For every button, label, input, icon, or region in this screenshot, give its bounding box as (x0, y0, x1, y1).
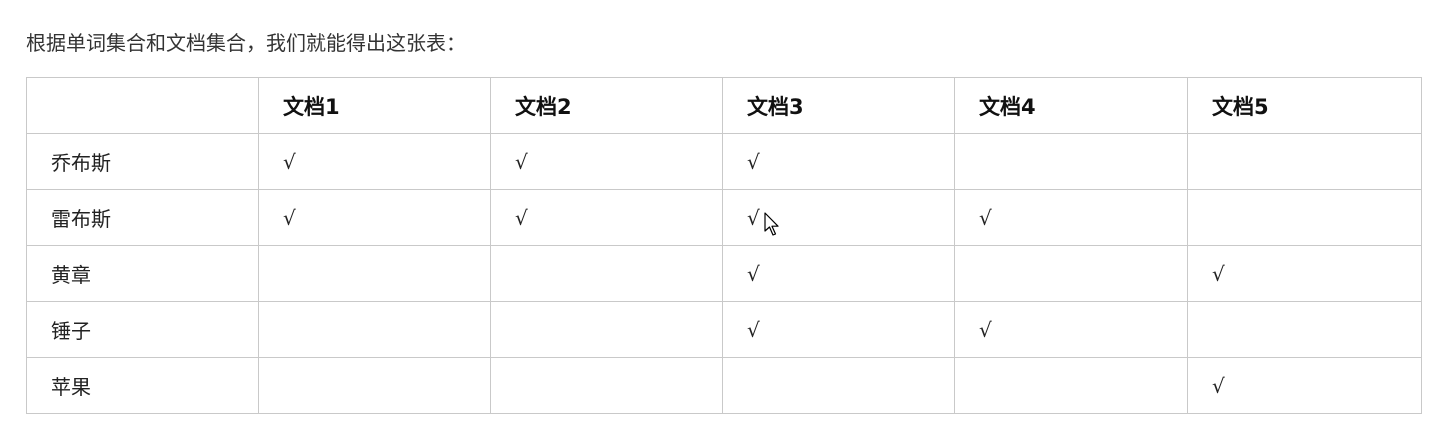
table-cell (954, 357, 1188, 414)
column-header-doc2: 文档2 (490, 77, 723, 134)
mouse-pointer-icon (764, 212, 779, 236)
table-cell (258, 301, 491, 358)
column-header-doc4: 文档4 (954, 77, 1188, 134)
table-row: 乔布斯 √ √ √ (26, 133, 1422, 190)
table-cell: √ (490, 189, 723, 246)
table-cell: √ (954, 301, 1188, 358)
table-cell: √ (490, 133, 723, 190)
row-term: 苹果 (26, 357, 259, 414)
table-cell: √ (258, 189, 491, 246)
table-cell: √ (954, 189, 1188, 246)
table-cell: √ (722, 189, 955, 246)
table-row: 黄章 √ √ (26, 245, 1422, 302)
table-cell (490, 357, 723, 414)
table-cell: √ (1187, 357, 1422, 414)
row-term: 雷布斯 (26, 189, 259, 246)
column-header-doc1: 文档1 (258, 77, 491, 134)
row-term: 黄章 (26, 245, 259, 302)
term-document-table: 文档1 文档2 文档3 文档4 文档5 乔布斯 √ √ √ 雷布斯 √ √ √ … (26, 77, 1422, 414)
column-header-corner (26, 77, 259, 134)
table-cell (258, 357, 491, 414)
table-cell: √ (722, 245, 955, 302)
table-cell: √ (258, 133, 491, 190)
table-header-row: 文档1 文档2 文档3 文档4 文档5 (26, 77, 1422, 134)
table-row: 雷布斯 √ √ √ √ (26, 189, 1422, 246)
table-row: 苹果 √ (26, 357, 1422, 414)
table-cell (1187, 189, 1422, 246)
column-header-doc5: 文档5 (1187, 77, 1422, 134)
table-cell (490, 301, 723, 358)
table-cell (1187, 133, 1422, 190)
row-term: 乔布斯 (26, 133, 259, 190)
table-cell (258, 245, 491, 302)
table-cell (490, 245, 723, 302)
table-cell: √ (722, 301, 955, 358)
column-header-doc3: 文档3 (722, 77, 955, 134)
table-row: 锤子 √ √ (26, 301, 1422, 358)
row-term: 锤子 (26, 301, 259, 358)
table-cell: √ (722, 133, 955, 190)
table-cell (722, 357, 955, 414)
table-cell (954, 133, 1188, 190)
table-cell (954, 245, 1188, 302)
intro-text: 根据单词集合和文档集合，我们就能得出这张表： (26, 31, 466, 55)
table-cell (1187, 301, 1422, 358)
table-cell: √ (1187, 245, 1422, 302)
